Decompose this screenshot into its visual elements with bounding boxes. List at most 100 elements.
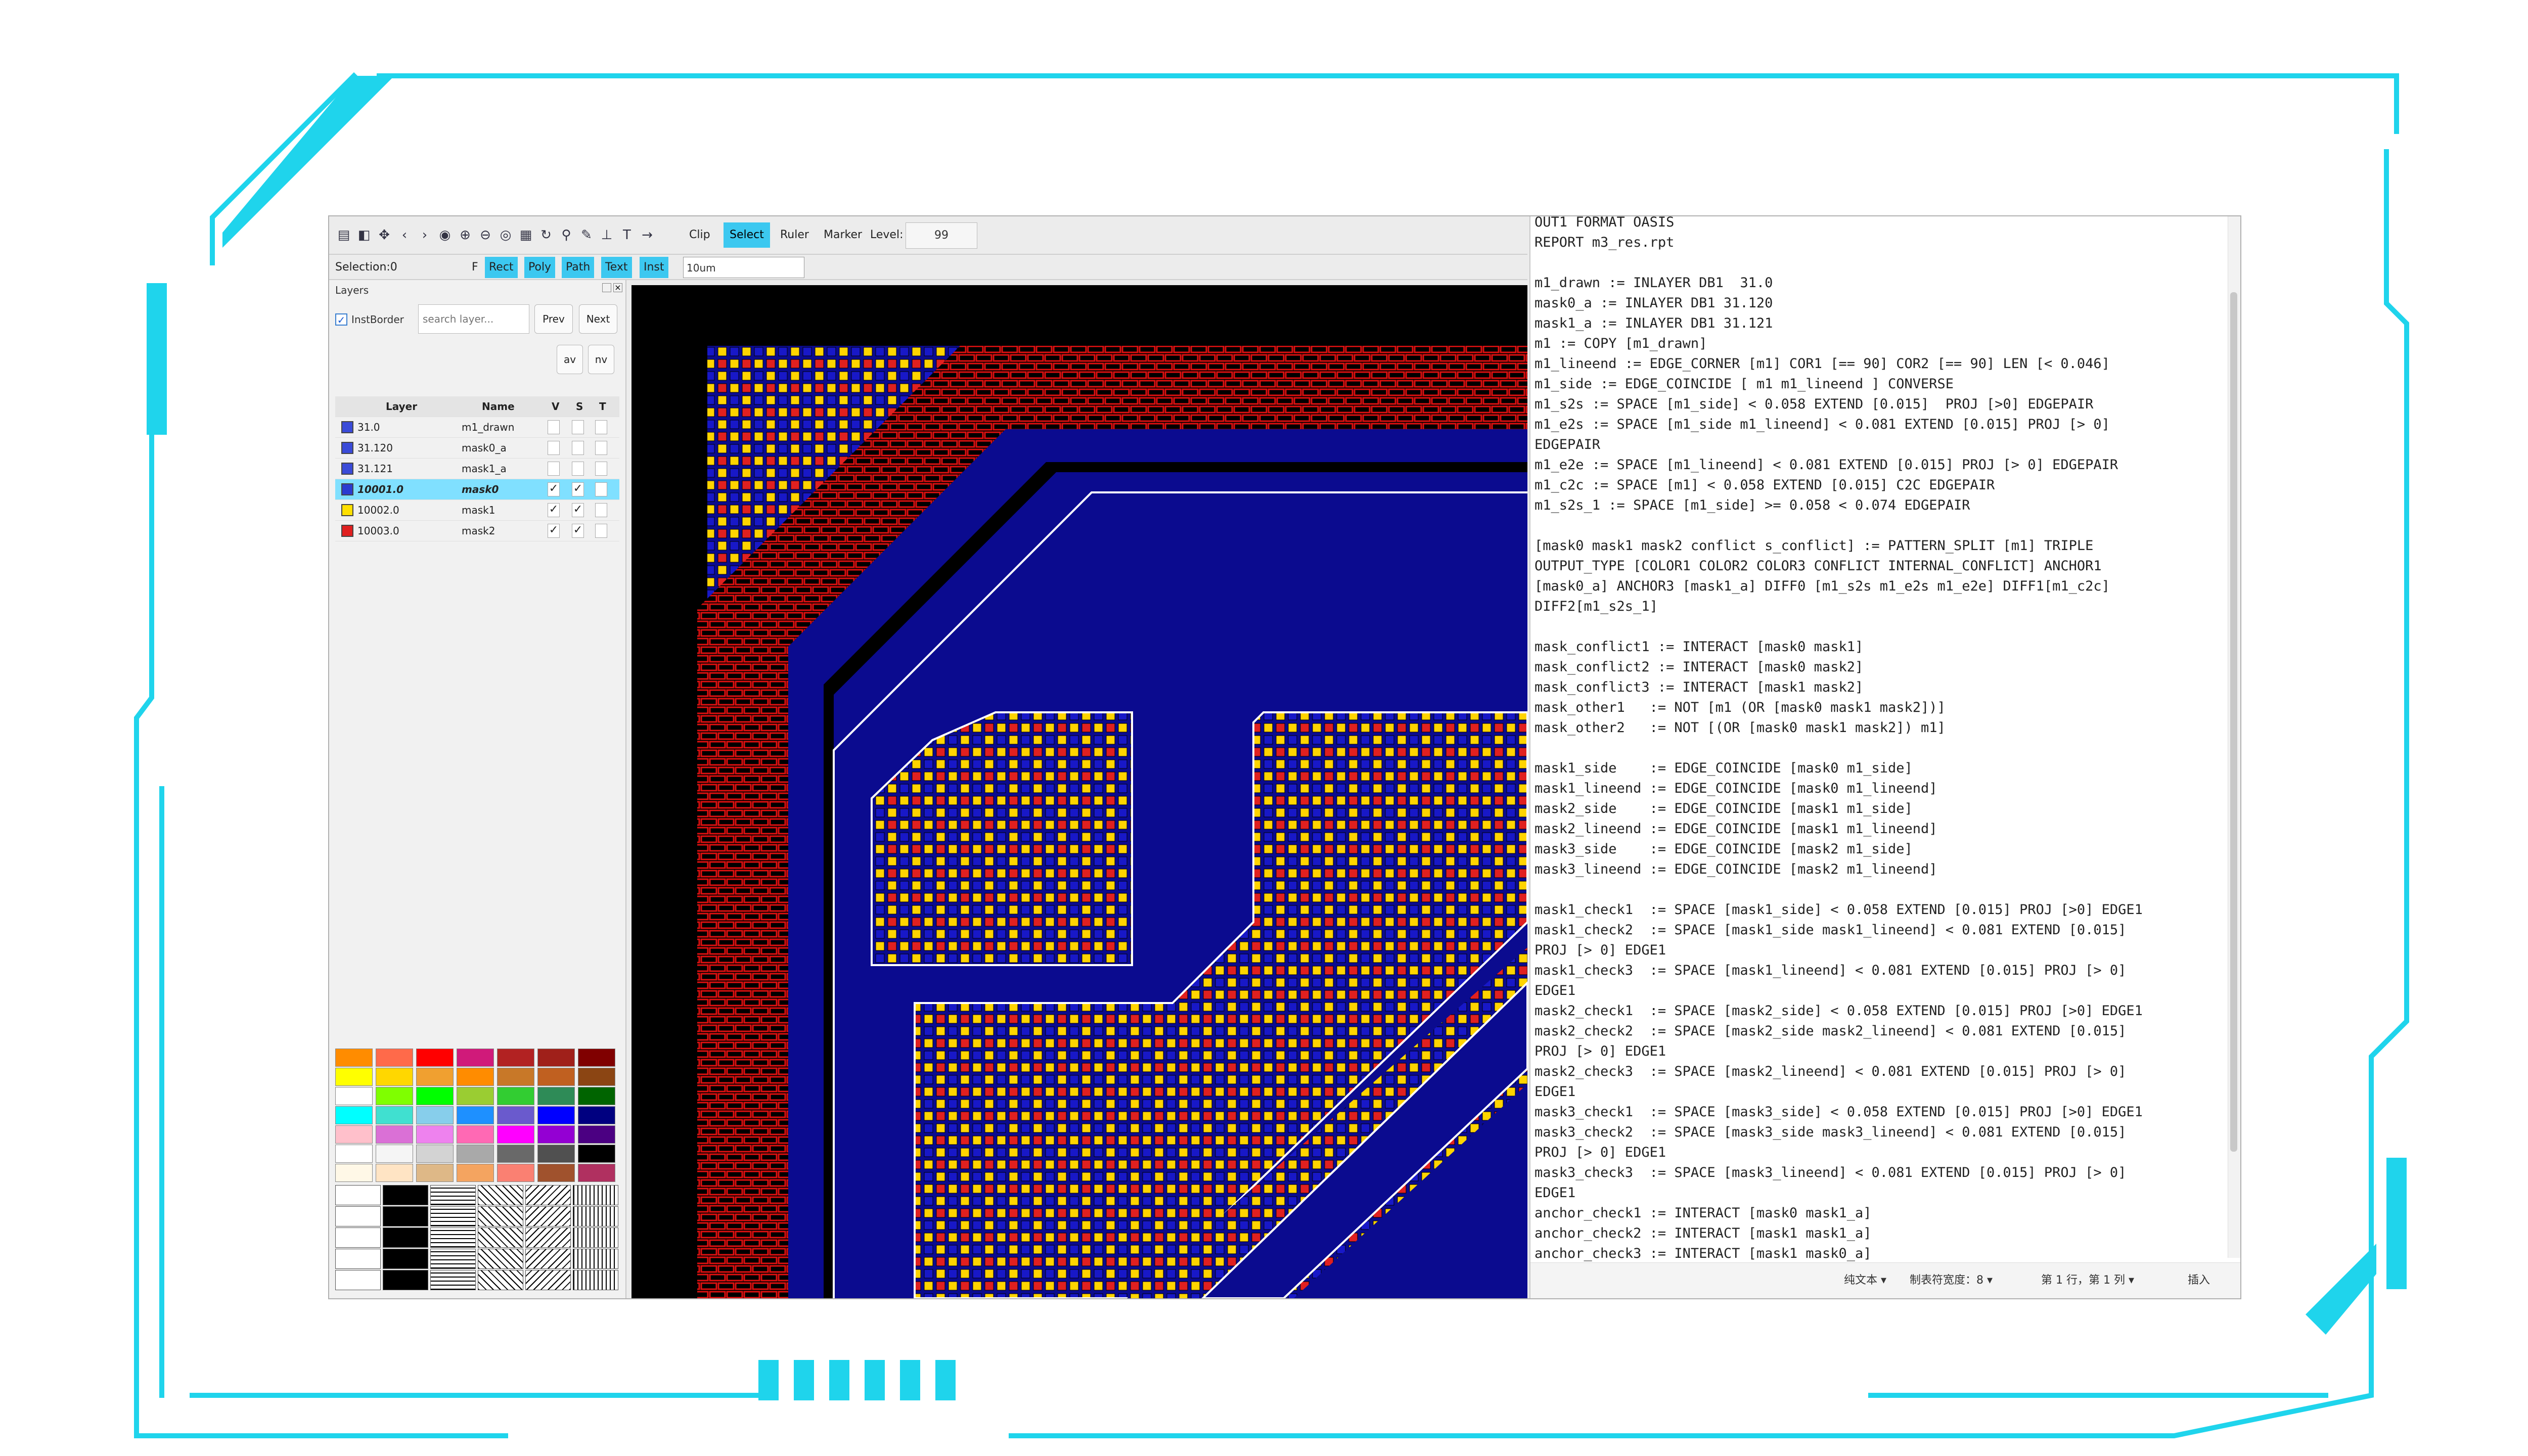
move-icon[interactable]: ✥ — [377, 228, 392, 243]
palette-color-swatch[interactable] — [416, 1106, 454, 1124]
text-checkbox[interactable] — [595, 420, 607, 434]
prev-button[interactable]: Prev — [534, 304, 573, 334]
palette-color-swatch[interactable] — [457, 1145, 494, 1163]
palette-color-swatch[interactable] — [457, 1164, 494, 1182]
palette-color-swatch[interactable] — [457, 1125, 494, 1144]
layer-color-swatch[interactable] — [341, 504, 353, 516]
poly-tool-button[interactable]: Poly — [524, 257, 556, 278]
palette-color-swatch[interactable] — [376, 1145, 413, 1163]
rule-deck-text[interactable]: OUT1 FORMAT OASIS REPORT m3_res.rpt m1_d… — [1534, 216, 2143, 1264]
cursor-position[interactable]: 第 1 行，第 1 列 ▾ — [2041, 1263, 2134, 1298]
layer-row[interactable]: 10003.0 mask2 ✓ ✓ — [335, 521, 619, 541]
palette-color-swatch[interactable] — [497, 1087, 534, 1105]
next-button[interactable]: Next — [579, 304, 617, 334]
palette-color-swatch[interactable] — [497, 1125, 534, 1144]
layout-canvas[interactable] — [631, 285, 1527, 1298]
fill-pattern-swatch[interactable] — [573, 1206, 618, 1226]
fill-pattern-swatch[interactable] — [478, 1227, 523, 1248]
palette-color-swatch[interactable] — [416, 1164, 454, 1182]
palette-color-swatch[interactable] — [457, 1087, 494, 1105]
palette-color-swatch[interactable] — [537, 1164, 575, 1182]
palette-color-swatch[interactable] — [457, 1049, 494, 1067]
close-panel-icon[interactable]: × — [613, 283, 622, 292]
palette-color-swatch[interactable] — [537, 1087, 575, 1105]
palette-color-swatch[interactable] — [376, 1125, 413, 1144]
text-checkbox[interactable] — [595, 482, 607, 496]
palette-color-swatch[interactable] — [335, 1049, 373, 1067]
fill-pattern-swatch[interactable] — [383, 1249, 428, 1269]
insert-mode[interactable]: 插入 — [2188, 1263, 2210, 1298]
palette-color-swatch[interactable] — [376, 1068, 413, 1086]
select-button[interactable]: Select — [724, 222, 770, 248]
save-icon[interactable]: ▤ — [336, 228, 351, 243]
palette-color-swatch[interactable] — [578, 1049, 615, 1067]
palette-color-swatch[interactable] — [335, 1145, 373, 1163]
fill-pattern-swatch[interactable] — [430, 1185, 476, 1205]
palette-color-swatch[interactable] — [537, 1145, 575, 1163]
palette-color-swatch[interactable] — [376, 1087, 413, 1105]
text-checkbox[interactable] — [595, 462, 607, 476]
palette-color-swatch[interactable] — [497, 1049, 534, 1067]
search-icon[interactable]: ⚲ — [559, 228, 574, 243]
layer-color-swatch[interactable] — [341, 483, 353, 495]
palette-color-swatch[interactable] — [335, 1106, 373, 1124]
palette-color-swatch[interactable] — [376, 1106, 413, 1124]
marker-button[interactable]: Marker — [818, 222, 868, 248]
palette-color-swatch[interactable] — [416, 1145, 454, 1163]
fill-pattern-swatch[interactable] — [478, 1206, 523, 1226]
palette-color-swatch[interactable] — [578, 1087, 615, 1105]
fill-pattern-swatch[interactable] — [573, 1185, 618, 1205]
palette-color-swatch[interactable] — [416, 1125, 454, 1144]
instborder-checkbox[interactable]: ✓ — [335, 313, 347, 326]
back-icon[interactable]: ‹ — [397, 228, 412, 243]
palette-color-swatch[interactable] — [497, 1068, 534, 1086]
palette-color-swatch[interactable] — [416, 1068, 454, 1086]
fill-pattern-swatch[interactable] — [478, 1185, 523, 1205]
scrollbar-thumb[interactable] — [2230, 292, 2237, 1152]
fill-pattern-swatch[interactable] — [430, 1249, 476, 1269]
layer-row[interactable]: 10001.0 mask0 ✓ ✓ — [335, 479, 619, 500]
palette-color-swatch[interactable] — [335, 1087, 373, 1105]
fill-pattern-swatch[interactable] — [430, 1227, 476, 1248]
text-checkbox[interactable] — [595, 503, 607, 517]
palette-color-swatch[interactable] — [537, 1068, 575, 1086]
text-checkbox[interactable] — [595, 441, 607, 455]
selectable-checkbox[interactable] — [572, 462, 584, 476]
av-button[interactable]: av — [557, 345, 583, 374]
text-tool-button[interactable]: Text — [601, 257, 632, 278]
fill-pattern-swatch[interactable] — [335, 1185, 381, 1205]
visible-checkbox[interactable]: ✓ — [548, 524, 560, 538]
fill-pattern-swatch[interactable] — [383, 1185, 428, 1205]
fill-pattern-swatch[interactable] — [335, 1249, 381, 1269]
forward-icon[interactable]: › — [417, 228, 432, 243]
search-layer-input[interactable] — [418, 304, 529, 334]
palette-color-swatch[interactable] — [457, 1068, 494, 1086]
align-bottom-icon[interactable]: ⊥ — [599, 228, 614, 243]
layer-row[interactable]: 31.121 mask1_a — [335, 459, 619, 479]
pencil-icon[interactable]: ✎ — [579, 228, 594, 243]
palette-color-swatch[interactable] — [457, 1106, 494, 1124]
open-icon[interactable]: ◧ — [356, 228, 372, 243]
layer-color-swatch[interactable] — [341, 421, 353, 433]
fill-pattern-swatch[interactable] — [335, 1227, 381, 1248]
fill-pattern-swatch[interactable] — [573, 1227, 618, 1248]
selectable-checkbox[interactable] — [572, 420, 584, 434]
palette-color-swatch[interactable] — [335, 1125, 373, 1144]
grid-icon[interactable]: ▦ — [518, 228, 533, 243]
float-panel-icon[interactable] — [602, 283, 611, 292]
clip-button[interactable]: Clip — [683, 222, 716, 248]
layer-row[interactable]: 31.0 m1_drawn — [335, 417, 619, 438]
layer-color-swatch[interactable] — [341, 463, 353, 475]
palette-color-swatch[interactable] — [416, 1087, 454, 1105]
fill-pattern-swatch[interactable] — [525, 1270, 571, 1290]
palette-color-swatch[interactable] — [497, 1164, 534, 1182]
editor-scrollbar[interactable] — [2228, 216, 2240, 1258]
palette-color-swatch[interactable] — [497, 1145, 534, 1163]
fill-pattern-swatch[interactable] — [335, 1270, 381, 1290]
visible-checkbox[interactable] — [548, 441, 560, 455]
fill-pattern-swatch[interactable] — [573, 1249, 618, 1269]
fill-pattern-swatch[interactable] — [335, 1206, 381, 1226]
fill-pattern-swatch[interactable] — [430, 1206, 476, 1226]
palette-color-swatch[interactable] — [537, 1106, 575, 1124]
text-tool-icon[interactable]: T — [619, 228, 635, 243]
